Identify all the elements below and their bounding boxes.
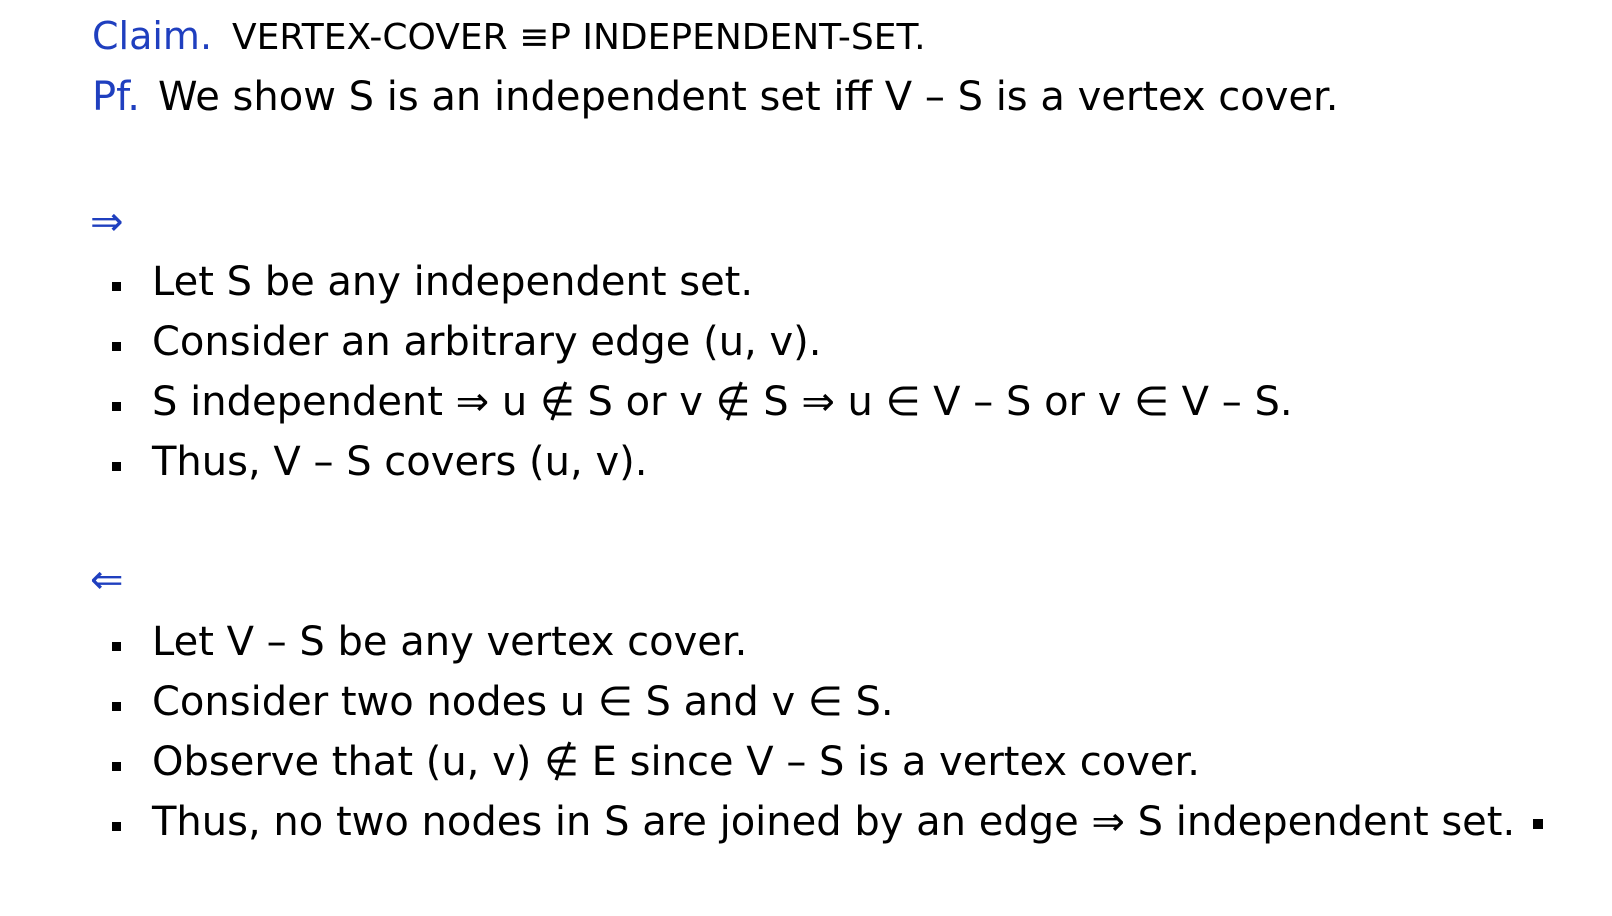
backward-arrow-icon: ⇐ xyxy=(90,557,124,603)
bullet-text-last: Thus, no two nodes in S are joined by an… xyxy=(152,796,1544,848)
qed-icon xyxy=(1533,819,1544,829)
bullet-icon xyxy=(112,282,121,291)
slide: Claim. VERTEX-COVER ≡P INDEPENDENT-SET. P… xyxy=(0,0,1612,916)
bullet-icon xyxy=(112,762,121,771)
bullet-text: Consider an arbitrary edge (u, v). xyxy=(152,319,822,365)
bullet-icon xyxy=(112,702,121,711)
forward-arrow-icon: ⇒ xyxy=(90,199,124,245)
bullet-text: Let V – S be any vertex cover. xyxy=(152,619,748,665)
bullet-text: Thus, V – S covers (u, v). xyxy=(152,439,648,485)
bullet-icon xyxy=(112,402,121,411)
bullet-icon xyxy=(112,642,121,651)
bullet-text: Let S be any independent set. xyxy=(152,259,754,305)
claim-line: Claim. VERTEX-COVER ≡P INDEPENDENT-SET. xyxy=(92,14,926,58)
bullet-text: Observe that (u, v) ∉ E since V – S is a… xyxy=(152,739,1200,785)
proof-label: Pf. xyxy=(92,74,141,120)
bullet-text: Thus, no two nodes in S are joined by an… xyxy=(152,799,1516,845)
bullet-text: S independent ⇒ u ∉ S or v ∉ S ⇒ u ∈ V –… xyxy=(152,379,1293,425)
proof-statement: We show S is an independent set iff V – … xyxy=(158,74,1339,120)
bullet-icon xyxy=(112,462,121,471)
bullet-icon xyxy=(112,342,121,351)
bullet-icon xyxy=(112,822,121,831)
claim-statement: VERTEX-COVER ≡P INDEPENDENT-SET. xyxy=(232,17,926,58)
proof-line: Pf. We show S is an independent set iff V… xyxy=(92,74,1339,120)
bullet-text: Consider two nodes u ∈ S and v ∈ S. xyxy=(152,679,894,725)
claim-label: Claim. xyxy=(92,14,213,58)
